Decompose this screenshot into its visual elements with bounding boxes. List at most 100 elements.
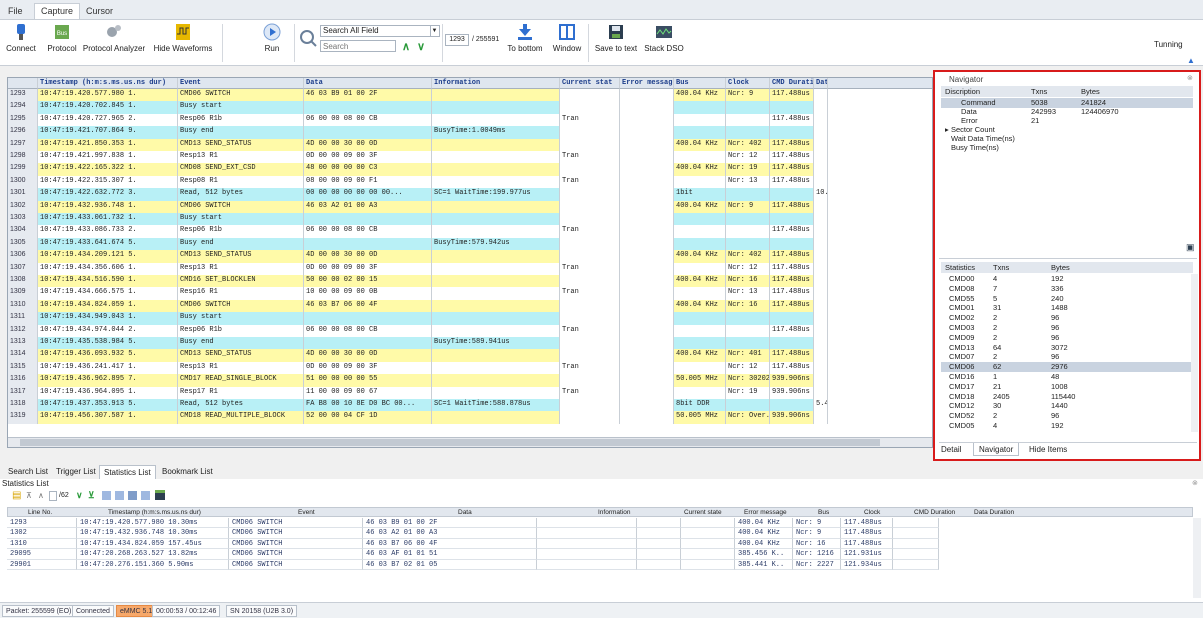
statistics-item[interactable]: CMD05 4 192 (941, 421, 1191, 431)
close-icon[interactable]: ⊗ (1192, 479, 1198, 487)
statistics-item[interactable]: CMD06 62 2976 (941, 362, 1191, 373)
save-to-text-button[interactable]: Save to text (594, 22, 638, 53)
statistics-item[interactable]: CMD52 2 96 (941, 411, 1191, 421)
tab-search-list[interactable]: Search List (8, 467, 48, 476)
statistics-item[interactable]: CMD55 5 240 (941, 294, 1191, 304)
statistics-list-row[interactable]: 1293 10:47:19.420.577.980 10.30ms CMD06 SW… (7, 518, 1193, 529)
table-row[interactable]: 1302 10:47:19.432.936.748 1. CMD06 SWITCH 4… (8, 200, 932, 213)
next-page-icon[interactable]: ∨ (76, 490, 83, 501)
tab-navigator[interactable]: Navigator (973, 443, 1020, 456)
copy-icon[interactable] (115, 491, 124, 500)
statistics-list-row[interactable]: 1302 10:47:19.432.936.748 10.30ms CMD06 SW… (7, 528, 1193, 539)
scrollbar-thumb[interactable] (20, 439, 880, 446)
connect-button[interactable]: Connect (4, 22, 38, 53)
table-row[interactable]: 1311 10:47:19.434.949.043 1. Busy start (8, 312, 932, 325)
table-row[interactable]: 1316 10:47:19.436.962.895 7. CMD17 READ_SI… (8, 374, 932, 387)
page-input[interactable] (49, 491, 57, 501)
tab-bookmark-list[interactable]: Bookmark List (162, 467, 213, 476)
prev-page-icon[interactable]: ∧ (38, 491, 44, 500)
statistics-item[interactable]: CMD00 4 192 (941, 274, 1191, 284)
first-page-icon[interactable]: ⊼ (26, 491, 32, 500)
header-cmd-duration[interactable]: CMD Duratic (770, 78, 814, 89)
table-row[interactable]: 1301 10:47:19.422.632.772 3. Read, 512 by… (8, 188, 932, 201)
tab-statistics-list[interactable]: Statistics List (99, 465, 156, 479)
table-row[interactable]: 1319 10:47:19.456.307.587 1. CMD18 READ_MU… (8, 411, 932, 424)
filter-icon[interactable] (128, 491, 137, 500)
table-row[interactable]: 1294 10:47:19.420.702.845 1. Busy start (8, 101, 932, 114)
table-row[interactable]: 1312 10:47:19.434.974.044 2. Resp06 R1b 06… (8, 324, 932, 337)
header-data[interactable]: Data (304, 78, 432, 89)
table-row[interactable]: 1314 10:47:19.436.093.932 5. CMD13 SEND_ST… (8, 349, 932, 362)
table-row[interactable]: 1295 10:47:19.420.727.965 2. Resp06 R1b 06… (8, 113, 932, 127)
header-event[interactable]: Event (178, 78, 304, 89)
to-bottom-button[interactable]: To bottom (505, 22, 545, 53)
header-timestamp[interactable]: Timestamp (h:m:s.ms.us.ns dur) (38, 78, 178, 89)
statistics-item[interactable]: CMD07 2 96 (941, 352, 1191, 362)
window-button[interactable]: Window (552, 22, 582, 53)
table-row[interactable]: 1296 10:47:19.421.707.864 9. Busy end Busy… (8, 126, 932, 139)
table-row[interactable]: 1309 10:47:19.434.666.575 1. Resp16 R1 10 … (8, 287, 932, 300)
last-page-icon[interactable]: ⊻ (88, 490, 95, 501)
table-row[interactable]: 1304 10:47:19.433.086.733 2. Resp06 R1b 06… (8, 225, 932, 238)
vertical-scrollbar[interactable] (1191, 274, 1198, 432)
vertical-scrollbar[interactable] (1193, 518, 1201, 598)
header-error-message[interactable]: Error messag (620, 78, 674, 89)
header-data-duration[interactable]: Dat (814, 78, 828, 89)
protocol-button[interactable]: Bus Protocol (44, 22, 80, 53)
save-disk-icon[interactable] (155, 490, 165, 500)
horizontal-scrollbar[interactable] (8, 437, 932, 447)
table-row[interactable]: 1308 10:47:19.434.516.590 1. CMD16 SET_BLO… (8, 275, 932, 288)
tab-detail[interactable]: Detail (941, 445, 961, 454)
statistics-list-row[interactable]: 1310 10:47:19.434.824.059 157.45us CMD06 S… (7, 538, 1193, 550)
statistics-item[interactable]: CMD09 2 96 (941, 333, 1191, 343)
protocol-analyzer-button[interactable]: Protocol Analyzer (80, 22, 148, 53)
header-current-state[interactable]: Current stat (560, 78, 620, 89)
statistics-item[interactable]: CMD01 31 1488 (941, 303, 1191, 313)
search-icon[interactable] (298, 28, 318, 48)
tab-cursor[interactable]: Cursor (80, 4, 119, 20)
tab-capture[interactable]: Capture (34, 3, 81, 19)
chart-icon[interactable]: ▤ (12, 490, 21, 501)
header-clock[interactable]: Clock (726, 78, 770, 89)
stack-dso-button[interactable]: Stack DSO (644, 22, 684, 53)
search-input[interactable] (320, 40, 396, 52)
table-row[interactable]: 1299 10:47:19.422.165.322 1. CMD08 SEND_EX… (8, 163, 932, 176)
header-bus[interactable]: Bus (674, 78, 726, 89)
run-button[interactable]: Run (260, 22, 284, 53)
statistics-item[interactable]: CMD17 21 1008 (941, 382, 1191, 392)
table-row[interactable]: 1300 10:47:19.422.315.307 1. Resp08 R1 08 … (8, 175, 932, 189)
table-row[interactable]: 1303 10:47:19.433.061.732 1. Busy start (8, 213, 932, 226)
collapse-ribbon-icon[interactable]: ▲ (1187, 56, 1195, 65)
statistics-item[interactable]: CMD13 64 3072 (941, 343, 1191, 353)
close-icon[interactable]: ⊗ (1187, 74, 1193, 82)
statistics-list-row[interactable]: 29901 10:47:20.276.151.360 5.90ms CMD06 SW… (7, 559, 1193, 570)
search-field-select[interactable]: Search All Field ▼ (320, 25, 440, 37)
statistics-item[interactable]: CMD18 2405 115440 (941, 392, 1191, 402)
header-information[interactable]: Information (432, 78, 560, 89)
navigator-item[interactable]: Busy Time(ns) (941, 143, 1193, 153)
table-row[interactable]: 1305 10:47:19.433.641.674 5. Busy end Busy… (8, 237, 932, 251)
statistics-item[interactable]: CMD02 2 96 (941, 313, 1191, 323)
export-icon[interactable] (102, 491, 111, 500)
search-down-icon[interactable]: ∨ (417, 40, 425, 53)
tab-trigger-list[interactable]: Trigger List (56, 467, 96, 476)
search-up-icon[interactable]: ∧ (402, 40, 410, 53)
statistics-list-row[interactable]: 29095 10:47:20.268.263.527 13.82ms CMD06 S… (7, 549, 1193, 560)
tab-hide-items[interactable]: Hide Items (1029, 445, 1067, 454)
table-row[interactable]: 1317 10:47:19.436.964.095 1. Resp17 R1 11 … (8, 386, 932, 399)
statistics-item[interactable]: CMD08 7 336 (941, 284, 1191, 294)
table-row[interactable]: 1293 10:47:19.420.577.980 1. CMD06 SWITCH 4… (8, 89, 932, 102)
tab-file[interactable]: File (2, 4, 29, 20)
table-row[interactable]: 1297 10:47:19.421.850.353 1. CMD13 SEND_ST… (8, 138, 932, 151)
settings-icon[interactable] (141, 491, 150, 500)
hide-waveforms-button[interactable]: Hide Waveforms (150, 22, 216, 53)
table-row[interactable]: 1298 10:47:19.421.997.838 1. Resp13 R1 0D … (8, 151, 932, 164)
table-row[interactable]: 1306 10:47:19.434.209.121 5. CMD13 SEND_ST… (8, 250, 932, 263)
table-row[interactable]: 1313 10:47:19.435.538.984 5. Busy end Busy… (8, 337, 932, 350)
page-current-input[interactable]: 1293 (445, 34, 469, 46)
table-row[interactable]: 1310 10:47:19.434.824.059 1. CMD06 SWITCH 4… (8, 299, 932, 313)
statistics-item[interactable]: CMD16 1 48 (941, 372, 1191, 382)
statistics-item[interactable]: CMD03 2 96 (941, 323, 1191, 333)
save-disk-icon[interactable]: ▣ (1186, 242, 1195, 253)
table-row[interactable]: 1318 10:47:19.437.353.913 5. Read, 512 by… (8, 399, 932, 412)
